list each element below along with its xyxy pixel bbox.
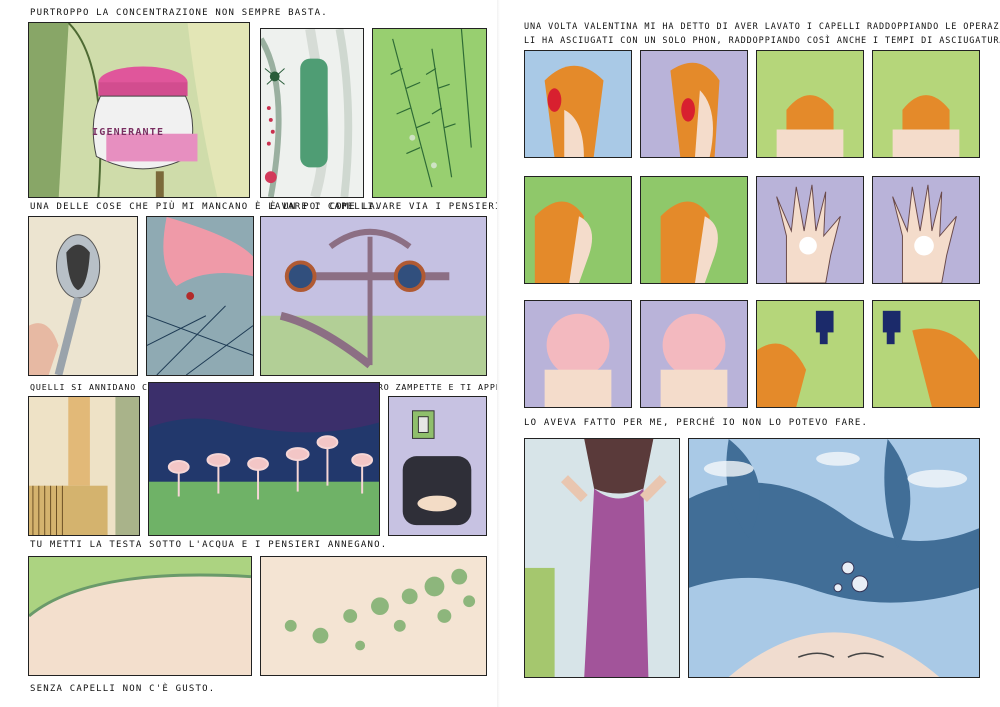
- panel-scalp-edge: [28, 556, 252, 676]
- panel-comb: [28, 396, 140, 536]
- panel-dryer-1: [756, 300, 864, 408]
- caption-5: Tu metti la testa sotto l'acqua e i pens…: [30, 540, 388, 550]
- caption-1: Purtroppo la concentrazione non sempre b…: [30, 8, 328, 18]
- panel-pine-branch: [372, 28, 487, 198]
- panel-stick-insect: [260, 28, 364, 198]
- caption-6: Senza capelli non c'è gusto.: [30, 684, 216, 694]
- panel-profile-1: [524, 176, 632, 284]
- panel-underwater-head: [688, 438, 980, 678]
- panel-finger-tick: [146, 216, 254, 376]
- right-page: Una volta Valentina mi ha detto di aver …: [500, 0, 1000, 707]
- panel-green-bubbles: [260, 556, 487, 676]
- panel-towel-2: [640, 300, 748, 408]
- caption-9: Lo aveva fatto per me, perché io non lo …: [524, 418, 869, 428]
- panel-hand-2: [872, 176, 980, 284]
- panel-flamingos: [148, 382, 380, 536]
- panel-dryer-2: [872, 300, 980, 408]
- panel-shower-1: [756, 50, 864, 158]
- panel-hand-1: [756, 176, 864, 284]
- panel-brush-2: [640, 50, 748, 158]
- panel-towel-1: [524, 300, 632, 408]
- left-page: Purtroppo la concentrazione non sempre b…: [0, 0, 613, 707]
- jar-label: IGENERANTE: [92, 127, 165, 138]
- caption-7: Una volta Valentina mi ha detto di aver …: [524, 22, 1000, 32]
- panel-brush-1: [524, 50, 632, 158]
- panel-shower-2: [872, 50, 980, 158]
- panel-switch-soap: [388, 396, 487, 536]
- panel-spoon-reflection: [28, 216, 138, 376]
- caption-3: È un po' come lavare via i pensieri.: [270, 202, 509, 212]
- panel-woman-dress: [524, 438, 680, 678]
- panel-profile-2: [640, 176, 748, 284]
- panel-shower-faucet: [260, 216, 487, 376]
- caption-8: Li ha asciugati con un solo phon, raddop…: [524, 36, 1000, 46]
- panel-jar: [28, 22, 250, 198]
